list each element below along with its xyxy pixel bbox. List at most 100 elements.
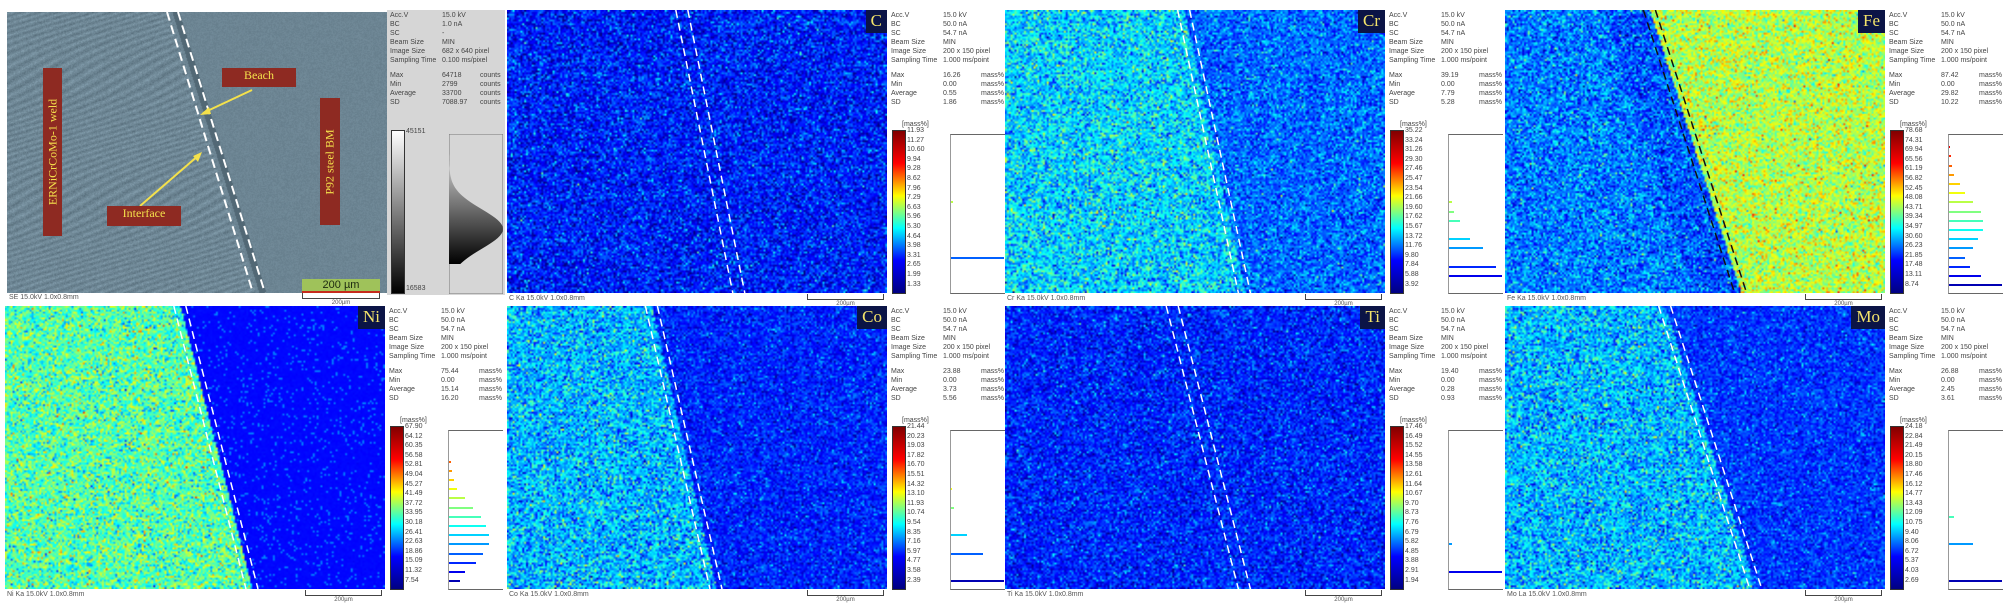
colorbar-tick-label: 1.94 [1405,576,1419,584]
stat-unit: counts [480,90,501,97]
stat-name: Max [1389,368,1403,375]
colorbar-tick-label: 2.39 [907,576,921,584]
histogram-bar [1949,164,1952,167]
element-label: Ni [358,306,385,329]
param-value: MIN [1941,39,1954,46]
grayscale-colorbar [391,130,405,294]
histogram-bar [1949,275,1981,277]
colorbar-tick-label: 52.81 [405,461,423,469]
stat-name: Min [389,377,401,384]
colorbar-tick-label: 52.45 [1905,184,1923,192]
colorbar-tick-label: 39.34 [1905,213,1923,221]
colorbar-tick-label: 7.54 [405,576,419,584]
map-footer: Fe Ka 15.0kV 1.0x0.8mm [1507,295,1586,302]
colorbar-tick-label: 41.49 [405,490,423,498]
param-name: Beam Size [891,39,925,46]
stat-unit: mass% [1979,386,2002,393]
scale-bar-label: 200µm [334,597,353,603]
histogram-bar [1949,192,1965,195]
colorbar-tick-label: 15.52 [1405,442,1423,450]
stat-row: SD 3.61 mass% [1889,395,2003,404]
stat-value: 0.28 [1441,386,1455,393]
stat-row: Min 0.00 mass% [1389,81,1503,90]
colorbar-tick-label: 60.35 [405,442,423,450]
colorbar-tick-label: 7.29 [907,194,921,202]
stat-value: 75.44 [441,368,459,375]
stat-value: 0.00 [1941,81,1955,88]
histogram-bar [1449,201,1452,204]
stat-row: Min 0.00 mass% [1889,377,2003,386]
colorbar-tick-label: 10.67 [1405,490,1423,498]
colorbar-tick-label: 18.86 [405,547,423,555]
param-value: MIN [1441,39,1454,46]
colorbar-tick-label: 61.19 [1905,165,1923,173]
colorbar-tick-label: 8.62 [907,175,921,182]
stat-name: Max [1889,368,1903,375]
stat-name: Min [1889,81,1901,88]
param-row: Acc.V 15.0 kV [891,308,1005,317]
stat-unit: mass% [1479,386,1502,393]
histogram-bar [1949,210,1981,213]
param-row: Beam Size MIN [891,39,1005,48]
param-name: Beam Size [891,335,925,342]
param-row: BC 1.0 nA [390,21,504,30]
histogram-bar [1449,219,1460,222]
colorbar-tick-label: 11.76 [1405,242,1422,250]
interface-label: Interface [107,206,181,226]
param-row: Acc.V 15.0 kV [1889,308,2003,317]
beach-label: Beach [222,68,296,87]
param-value: 54.7 nA [1941,30,1966,37]
colorbar-tick-label: 4.85 [1405,547,1419,555]
map-footer: C Ka 15.0kV 1.0x0.8mm [509,295,585,302]
colorbar-tick-label: 5.37 [1905,557,1919,565]
histogram-bar [449,534,489,537]
stat-unit: mass% [479,368,502,375]
colorbar-tick-label: 19.60 [1405,203,1423,211]
stat-row: Max 75.44 mass% [389,368,503,377]
stat-unit: mass% [981,368,1004,375]
jet-colorbar [892,426,906,590]
stat-row: SD 16.20 mass% [389,395,503,404]
stat-name: SD [390,99,400,106]
colorbar-tick-label: 7.76 [1405,519,1419,526]
interface-dashed-lines [1657,306,1763,589]
stat-unit: counts [480,99,501,106]
histogram-bar [449,580,460,583]
histogram-bar [1949,247,1973,250]
colorbar-tick-label: 5.82 [1405,538,1419,546]
histogram-bar [1949,284,2002,287]
stat-unit: mass% [479,377,502,384]
map-footer: Cr Ka 15.0kV 1.0x0.8mm [1007,295,1086,302]
histogram-bar [951,552,983,555]
info-panel: Acc.V 15.0 kV BC 50.0 nA SC 54.7 nA Beam Size M… [888,10,1006,295]
scale-bar: 200µm [305,590,382,603]
element-label: Ti [1360,306,1385,329]
param-row: Acc.V 15.0 kV [1889,12,2003,21]
colorbar-tick-label: 27.46 [1405,165,1423,173]
stat-unit: mass% [479,386,502,393]
element-map-cr: Cr [1005,10,1385,293]
param-row: Sampling Time 1.000 ms/point [891,353,1005,362]
param-value: MIN [943,39,956,46]
colorbar-tick-label: 22.84 [1905,432,1923,440]
colorbar-tick-label: 4.77 [907,557,921,565]
colorbar-tick-label: 9.80 [1405,251,1419,259]
colorbar-tick-label: 30.18 [405,519,423,526]
colorbar-tick-label: 14.55 [1405,451,1423,459]
colorbar-tick-label: 9.94 [907,155,921,163]
param-name: Sampling Time [390,57,437,64]
stat-unit: mass% [1979,72,2002,79]
stat-name: Max [891,72,905,79]
scale-min: 16583 [406,285,426,292]
stat-name: SD [1389,395,1399,402]
param-value: 682 x 640 pixel [442,48,490,55]
param-row: Sampling Time 0.100 ms/pixel [390,57,504,66]
stat-name: Max [389,368,403,375]
colorbar-tick-label: 5.96 [907,213,921,221]
param-value: 50.0 nA [943,21,968,28]
param-value: 1.000 ms/point [1441,353,1487,360]
stat-unit: mass% [1979,99,2002,106]
colorbar-tick-label: 10.75 [1905,519,1923,526]
param-name: Acc.V [1389,308,1408,315]
colorbar-tick-label: 20.23 [907,432,925,440]
